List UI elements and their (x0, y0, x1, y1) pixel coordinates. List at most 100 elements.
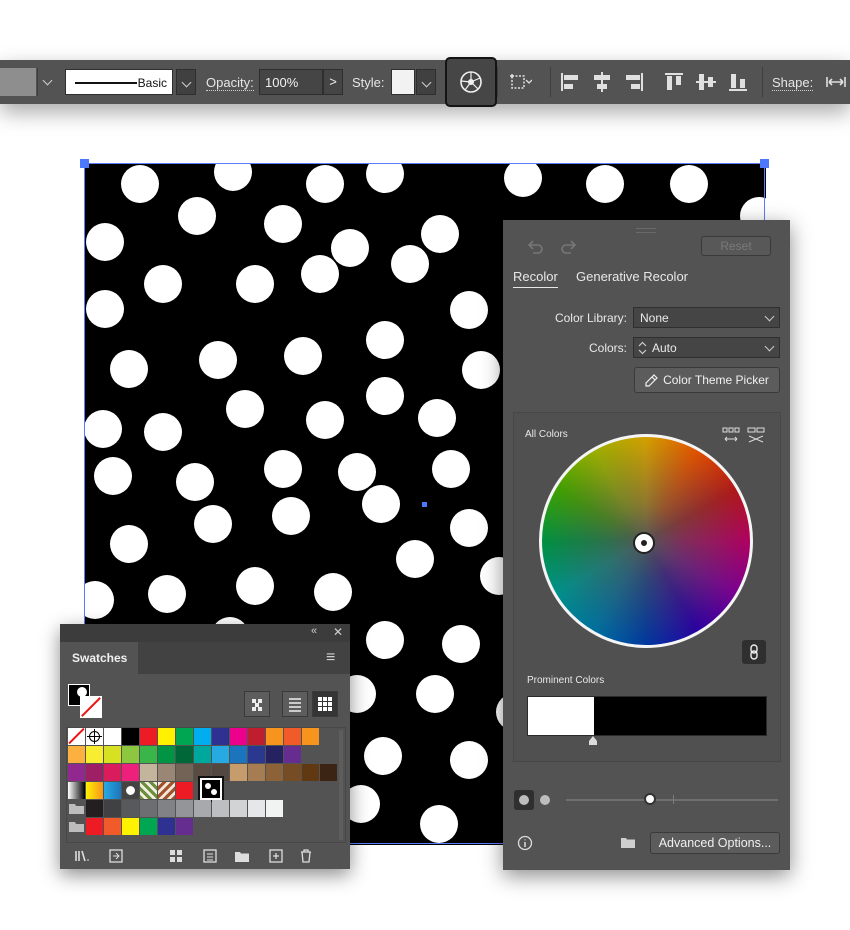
swatch-pattern-selected[interactable] (198, 776, 224, 802)
swatch[interactable] (158, 728, 175, 745)
swatch[interactable] (86, 764, 103, 781)
redo-icon[interactable] (559, 238, 579, 256)
swatch[interactable] (194, 728, 211, 745)
swatch[interactable] (320, 764, 337, 781)
align-vertical-center-icon[interactable] (694, 70, 718, 94)
shape-label[interactable]: Shape: (772, 75, 814, 91)
color-wheel-handle[interactable] (633, 532, 655, 554)
swatch[interactable] (266, 728, 283, 745)
brightness-slider-thumb[interactable] (644, 793, 656, 805)
swatch-pattern[interactable] (158, 782, 175, 799)
swatch[interactable] (266, 800, 283, 817)
swatch[interactable] (140, 800, 157, 817)
swatch[interactable] (248, 728, 265, 745)
swatch[interactable] (122, 728, 139, 745)
show-saturation-button[interactable] (514, 790, 534, 810)
color-library-select[interactable]: None (633, 307, 780, 328)
swatch-registration[interactable] (86, 728, 103, 745)
tab-generative-recolor[interactable]: Generative Recolor (576, 269, 688, 284)
swatch[interactable] (230, 746, 247, 763)
recolor-artwork-button[interactable] (445, 57, 497, 107)
swatch[interactable] (122, 818, 139, 835)
swatch[interactable] (140, 818, 157, 835)
swatch[interactable] (284, 764, 301, 781)
colors-stepper[interactable]: Auto (633, 337, 780, 358)
new-swatch-icon[interactable] (268, 848, 284, 864)
align-bottom-icon[interactable] (726, 70, 750, 94)
folder-icon[interactable] (620, 835, 636, 849)
swatch[interactable] (212, 800, 229, 817)
swatch-gradient[interactable] (104, 782, 121, 799)
swatch[interactable] (302, 728, 319, 745)
stepper-arrows-icon[interactable] (638, 341, 647, 355)
color-theme-picker-button[interactable]: Color Theme Picker (634, 367, 780, 393)
graphic-style-chevron-icon[interactable] (416, 69, 436, 95)
swatch-none[interactable] (68, 727, 85, 745)
stroke-profile-select[interactable]: Basic (65, 69, 173, 95)
delete-swatch-icon[interactable] (298, 848, 314, 864)
undo-icon[interactable] (525, 238, 545, 256)
swatch[interactable] (86, 746, 103, 763)
swatch[interactable] (140, 728, 157, 745)
fill-swatch[interactable] (0, 68, 36, 96)
swatch[interactable] (212, 746, 229, 763)
swatch[interactable] (104, 746, 121, 763)
randomize-saturation-icon[interactable] (746, 426, 766, 444)
swatch[interactable] (248, 746, 265, 763)
swatch[interactable] (104, 800, 121, 817)
swatch[interactable] (158, 764, 175, 781)
new-color-group-icon[interactable] (234, 848, 250, 864)
prominent-color-slider-handle[interactable] (588, 736, 598, 745)
swatch[interactable] (230, 728, 247, 745)
swatch[interactable] (68, 764, 85, 781)
swatch[interactable] (158, 818, 175, 835)
swatch[interactable] (140, 764, 157, 781)
reset-button[interactable]: Reset (701, 236, 771, 256)
swatch-gradient[interactable] (86, 782, 103, 799)
swatch[interactable] (194, 746, 211, 763)
swatch[interactable] (158, 800, 175, 817)
swatch-scrollbar[interactable] (339, 730, 343, 840)
selection-handle[interactable] (80, 159, 89, 168)
opacity-label[interactable]: Opacity: (206, 75, 254, 91)
swatch[interactable] (176, 782, 193, 799)
swatch[interactable] (212, 728, 229, 745)
swatch[interactable] (230, 800, 247, 817)
swatch-pattern[interactable] (140, 782, 157, 799)
swatch[interactable] (284, 728, 301, 745)
align-top-icon[interactable] (662, 70, 686, 94)
swatch[interactable] (176, 764, 193, 781)
swatch-gradient[interactable] (68, 782, 85, 799)
swatch[interactable] (140, 746, 157, 763)
swatch[interactable] (176, 800, 193, 817)
swatch[interactable] (86, 818, 103, 835)
swatch-libraries-icon[interactable] (74, 848, 90, 864)
prominent-colors-bar[interactable] (527, 696, 767, 736)
swatch[interactable] (176, 746, 193, 763)
swatch[interactable] (122, 746, 139, 763)
align-left-icon[interactable] (558, 70, 582, 94)
opacity-arrow-button[interactable]: > (323, 69, 343, 95)
swatch[interactable] (266, 746, 283, 763)
swatch[interactable] (248, 800, 265, 817)
swatch[interactable] (302, 764, 319, 781)
swatch[interactable] (122, 800, 139, 817)
swatch[interactable] (104, 818, 121, 835)
swatch[interactable] (158, 746, 175, 763)
swatch[interactable] (122, 764, 139, 781)
swatch-options-icon[interactable] (202, 848, 218, 864)
show-kinds-menu-icon[interactable] (168, 848, 184, 864)
prominent-color-white[interactable] (528, 697, 594, 735)
tab-recolor[interactable]: Recolor (513, 269, 558, 288)
swatch[interactable] (86, 800, 103, 817)
selection-handle[interactable] (760, 159, 769, 168)
show-brightness-button[interactable] (540, 795, 550, 805)
swatch[interactable] (104, 764, 121, 781)
randomize-order-icon[interactable] (721, 426, 741, 444)
swatch[interactable] (176, 818, 193, 835)
swatch[interactable] (68, 746, 85, 763)
swatch[interactable] (266, 764, 283, 781)
brightness-slider-track[interactable] (566, 799, 778, 801)
opacity-input[interactable]: 100% (259, 69, 323, 95)
graphic-style-swatch[interactable] (391, 69, 415, 95)
